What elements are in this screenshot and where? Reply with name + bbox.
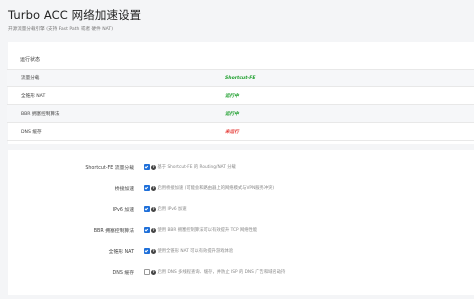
help-icon: ?	[151, 206, 156, 212]
setting-label: IPv6 加速	[112, 207, 134, 213]
setting-label: DNS 缓存	[112, 270, 134, 276]
help-icon: ?	[151, 248, 156, 254]
ipv6-acceleration-checkbox[interactable]	[144, 206, 150, 212]
status-row: DNS 缓存 未运行	[7, 123, 474, 141]
status-value: 运行中	[225, 93, 239, 99]
status-section-title: 运行状态	[20, 57, 41, 63]
setting-hint: ? 启用 IPv6 加速	[151, 206, 187, 212]
page-title: Turbo ACC 网络加速设置	[8, 8, 142, 22]
setting-shortcut-fe: Shortcut-FE 流量分载 ? 基于 Shortcut-FE 的 Routi…	[8, 162, 474, 172]
setting-fullcone-nat: 全锥形 NAT ? 使用全锥形 NAT 可以有效提升游戏体验	[8, 246, 474, 256]
dns-cache-checkbox[interactable]	[144, 269, 150, 275]
setting-label: BBR 拥塞控制算法	[93, 228, 134, 234]
setting-label: 桥接加速	[114, 186, 134, 192]
status-table: 流量分载 Shortcut-FE 全锥形 NAT 运行中 BBR 拥塞控制算法 …	[7, 69, 474, 141]
setting-hint: ? 基于 Shortcut-FE 的 Routing/NAT 分载	[151, 164, 236, 170]
help-icon: ?	[151, 269, 156, 275]
status-row: 流量分载 Shortcut-FE	[7, 69, 474, 87]
status-row: 全锥形 NAT 运行中	[7, 87, 474, 105]
help-icon: ?	[151, 185, 156, 191]
status-label: BBR 拥塞控制算法	[21, 111, 60, 117]
setting-hint: ? 使用 BBR 拥塞控制算法可以有效提升 TCP 网络性能	[151, 227, 258, 233]
setting-label: Shortcut-FE 流量分载	[85, 165, 134, 171]
setting-dns-cache: DNS 缓存 ? 启用 DNS 多线程查询、缓存，并防止 ISP 的 DNS 广告…	[8, 267, 474, 277]
page-description: 开源流量分载引擎 (支持 Fast Path 或者 硬件 NAT)	[8, 27, 114, 32]
status-value: 运行中	[225, 111, 239, 117]
bridge-acceleration-checkbox[interactable]	[144, 185, 150, 191]
setting-bridge-acceleration: 桥接加速 ? 启用桥接加速 (可能会和路由器上的网络模式与VPN服务冲突)	[8, 183, 474, 193]
status-label: DNS 缓存	[21, 129, 42, 135]
status-label: 流量分载	[21, 76, 40, 81]
help-icon: ?	[151, 164, 156, 170]
setting-ipv6-acceleration: IPv6 加速 ? 启用 IPv6 加速	[8, 204, 474, 214]
setting-label: 全锥形 NAT	[108, 249, 134, 255]
fullcone-nat-checkbox[interactable]	[144, 248, 150, 254]
settings-card: Shortcut-FE 流量分载 ? 基于 Shortcut-FE 的 Routi…	[8, 150, 474, 295]
status-value: 未运行	[225, 129, 239, 135]
status-value: Shortcut-FE	[225, 75, 256, 81]
shortcut-fe-checkbox[interactable]	[144, 164, 150, 170]
setting-bbr: BBR 拥塞控制算法 ? 使用 BBR 拥塞控制算法可以有效提升 TCP 网络性能	[8, 225, 474, 235]
bbr-checkbox[interactable]	[144, 227, 150, 233]
setting-hint: ? 启用 DNS 多线程查询、缓存，并防止 ISP 的 DNS 广告和域名劫持	[151, 269, 286, 275]
status-label: 全锥形 NAT	[21, 93, 46, 99]
status-row: BBR 拥塞控制算法 运行中	[7, 105, 474, 123]
setting-hint: ? 使用全锥形 NAT 可以有效提升游戏体验	[151, 248, 234, 254]
setting-hint: ? 启用桥接加速 (可能会和路由器上的网络模式与VPN服务冲突)	[151, 185, 275, 191]
help-icon: ?	[151, 227, 156, 233]
